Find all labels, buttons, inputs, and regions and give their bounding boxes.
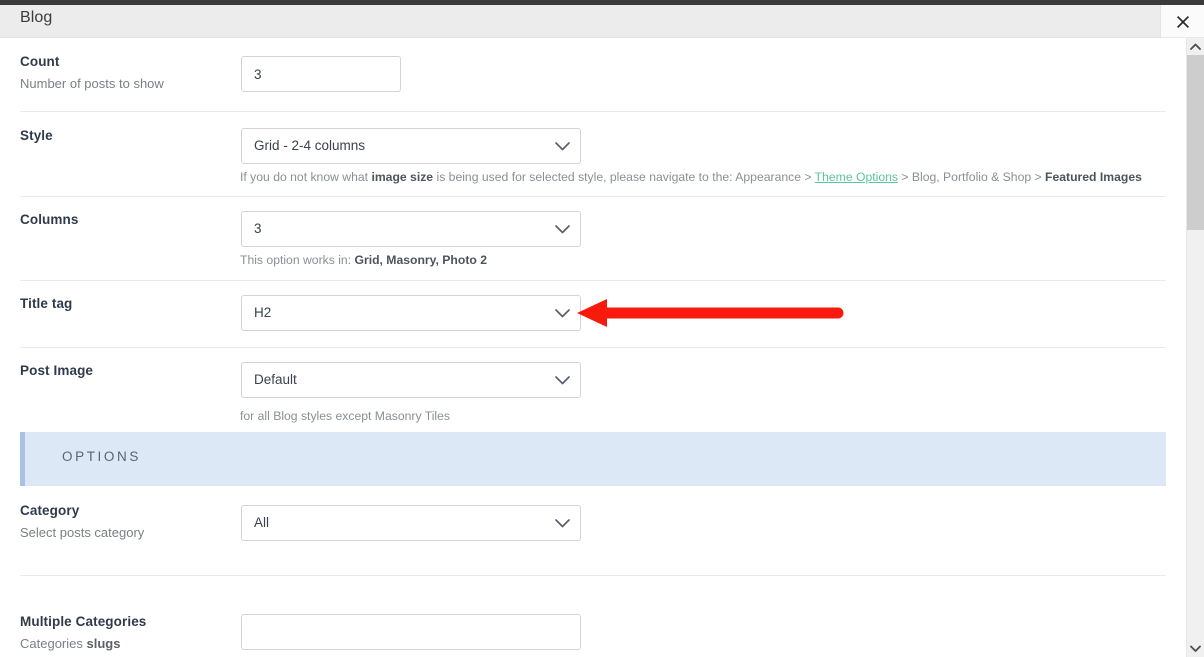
chevron-down-icon [555, 212, 570, 246]
scrollbar-thumb[interactable] [1187, 55, 1204, 230]
count-label-block: Count Number of posts to show [20, 54, 230, 92]
multiple-categories-sub-bold: slugs [86, 636, 121, 651]
field-row-count: Count Number of posts to show [0, 38, 1186, 112]
title-tag-label-block: Title tag [20, 296, 230, 312]
scroll-up-button[interactable] [1187, 38, 1204, 55]
columns-control: 3 [241, 211, 581, 247]
count-label: Count [20, 54, 60, 69]
field-row-columns: Columns 3 This option works in: Grid, Ma… [0, 196, 1186, 281]
chevron-down-icon [555, 506, 570, 540]
post-image-select-value: Default [254, 372, 297, 387]
category-description: Select posts category [20, 525, 145, 540]
style-hint-bold-image-size: image size [371, 170, 434, 184]
style-hint-mid: is being used for selected style, please… [433, 170, 815, 184]
settings-form: Count Number of posts to show Style Grid… [0, 38, 1186, 657]
close-icon [1161, 5, 1204, 38]
title-tag-select-value: H2 [254, 305, 272, 320]
chevron-down-icon [555, 363, 570, 397]
count-description: Number of posts to show [20, 76, 164, 91]
options-section-header: OPTIONS [20, 432, 1166, 486]
multiple-categories-sub-prefix: Categories [20, 636, 87, 651]
columns-label: Columns [20, 212, 79, 227]
post-image-hint: for all Blog styles except Masonry Tiles [240, 409, 450, 423]
chevron-down-icon [555, 129, 570, 163]
chevron-down-icon [555, 296, 570, 330]
count-input[interactable] [241, 56, 401, 92]
columns-hint-prefix: This option works in: [240, 253, 355, 267]
style-hint: If you do not know what image size is be… [240, 170, 1142, 185]
close-button[interactable] [1160, 5, 1204, 38]
style-select[interactable]: Grid - 2-4 columns [241, 128, 581, 164]
post-image-label: Post Image [20, 363, 94, 378]
field-row-title-tag: Title tag H2 [0, 280, 1186, 348]
columns-label-block: Columns [20, 212, 230, 228]
field-row-category: Category Select posts category All [0, 500, 1186, 576]
category-select-value: All [254, 515, 270, 530]
category-control: All [241, 505, 581, 541]
title-tag-label: Title tag [20, 296, 73, 311]
style-hint-bold-featured-images: Featured Images [1045, 170, 1142, 184]
field-row-post-image: Post Image Default for all Blog styles e… [0, 347, 1186, 423]
columns-select-value: 3 [254, 221, 262, 236]
style-hint-mid2: > Blog, Portfolio & Shop > [898, 170, 1046, 184]
multiple-categories-label: Multiple Categories [20, 614, 147, 629]
style-control: Grid - 2-4 columns [241, 128, 581, 164]
modal-header: Blog [0, 5, 1160, 38]
options-section-label: OPTIONS [62, 449, 141, 464]
theme-options-link[interactable]: Theme Options [815, 170, 898, 184]
post-image-label-block: Post Image [20, 363, 230, 379]
columns-hint-bold: Grid, Masonry, Photo 2 [354, 253, 487, 267]
blog-settings-modal: Blog Count Number of posts to show Style [0, 0, 1204, 657]
style-label: Style [20, 128, 53, 143]
field-row-style: Style Grid - 2-4 columns If you do not k… [0, 112, 1186, 197]
post-image-select[interactable]: Default [241, 362, 581, 398]
multiple-categories-input[interactable] [241, 614, 581, 650]
multiple-categories-control [241, 614, 581, 650]
category-select[interactable]: All [241, 505, 581, 541]
style-select-value: Grid - 2-4 columns [254, 138, 366, 153]
category-label: Category [20, 503, 80, 518]
multiple-categories-label-block: Multiple Categories Categories slugs [20, 614, 230, 652]
style-hint-prefix: If you do not know what [240, 170, 372, 184]
field-row-multiple-categories: Multiple Categories Categories slugs Slu… [0, 575, 1186, 657]
columns-select[interactable]: 3 [241, 211, 581, 247]
title-tag-control: H2 [241, 295, 581, 331]
style-label-block: Style [20, 128, 230, 144]
count-control [241, 56, 401, 92]
columns-hint: This option works in: Grid, Masonry, Pho… [240, 253, 487, 268]
multiple-categories-description: Categories slugs [20, 636, 230, 652]
category-label-block: Category Select posts category [20, 503, 230, 541]
title-tag-select[interactable]: H2 [241, 295, 581, 331]
page-title: Blog [20, 9, 53, 26]
vertical-scrollbar[interactable] [1186, 38, 1204, 657]
scroll-down-button[interactable] [1187, 640, 1204, 657]
post-image-control: Default [241, 362, 581, 398]
